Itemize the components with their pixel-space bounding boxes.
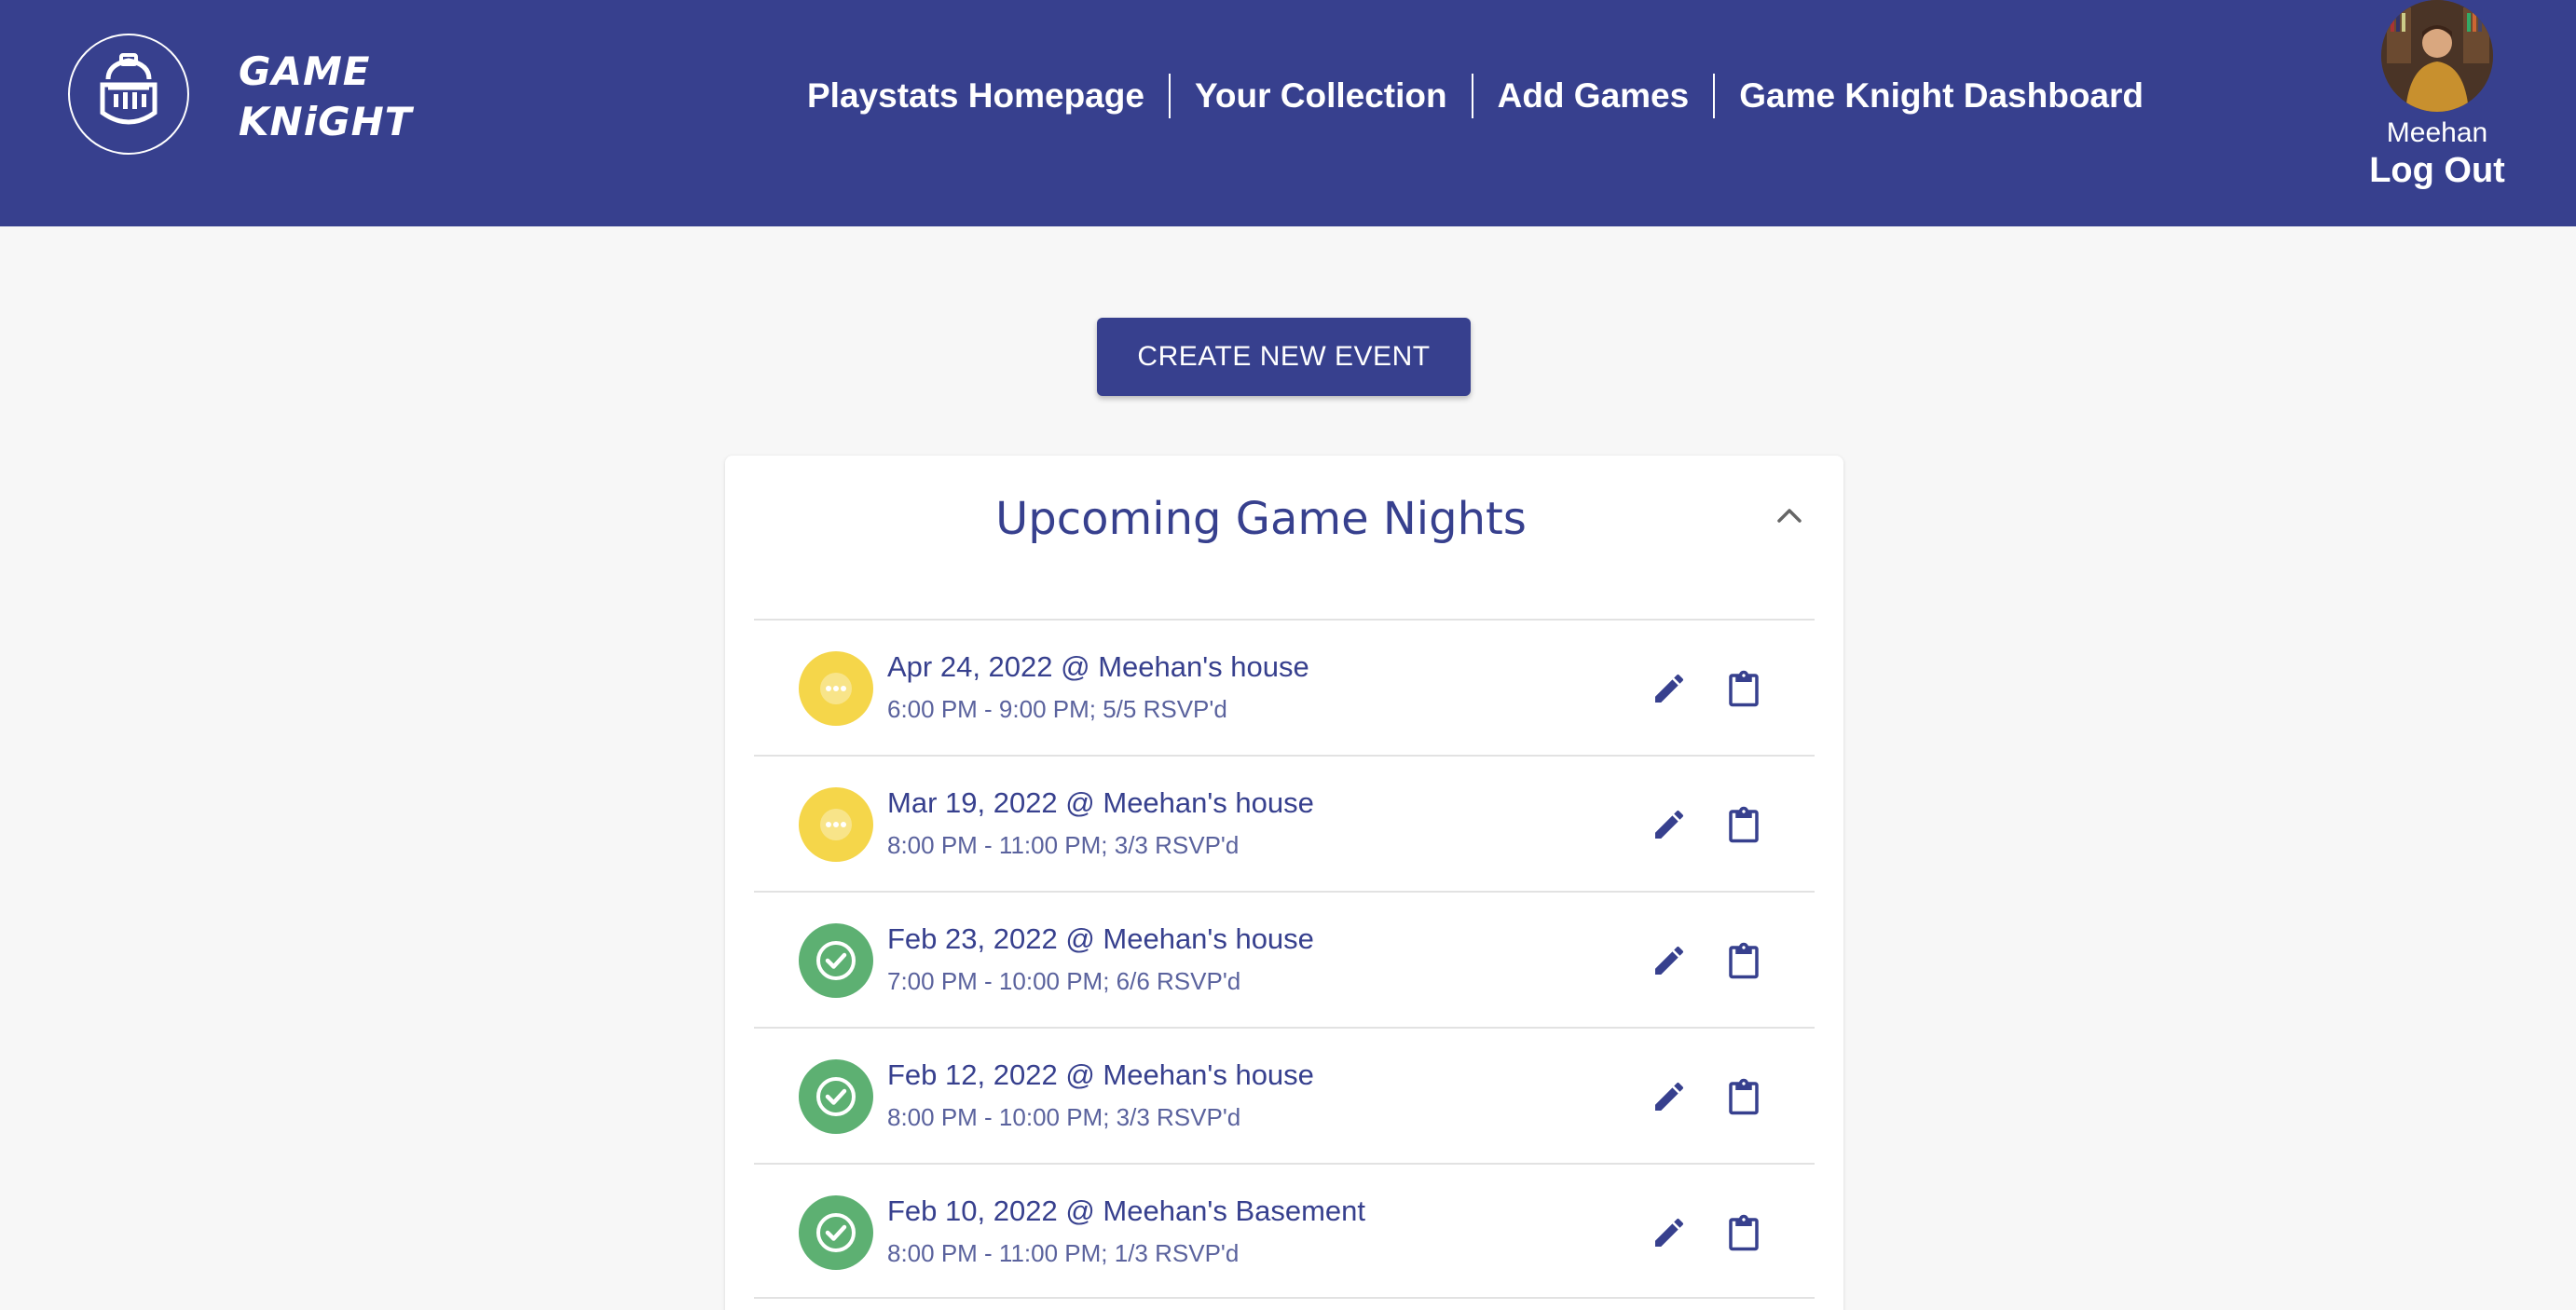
clipboard-icon[interactable] [1718, 935, 1770, 987]
logout-link[interactable]: Log Out [2330, 151, 2544, 191]
brand-line-2: KNiGHT [239, 99, 413, 144]
event-details: 7:00 PM - 10:00 PM; 6/6 RSVP'd [887, 967, 1241, 995]
brand-line-1: GAME [239, 48, 371, 94]
edit-pencil-icon[interactable] [1643, 798, 1695, 851]
edit-pencil-icon[interactable] [1643, 1071, 1695, 1123]
event-title[interactable]: Mar 19, 2022 @ Meehan's house [887, 786, 1314, 820]
list-item[interactable]: Mar 19, 2022 @ Meehan's house 8:00 PM - … [754, 755, 1815, 891]
card-title: Upcoming Game Nights [995, 493, 1527, 545]
nav-link-game-knight-dashboard[interactable]: Game Knight Dashboard [1715, 73, 2168, 119]
check-circle-icon [799, 923, 873, 998]
event-title[interactable]: Feb 10, 2022 @ Meehan's Basement [887, 1194, 1365, 1228]
create-new-event-button[interactable]: CREATE NEW EVENT [1097, 318, 1471, 396]
list-item[interactable]: Feb 10, 2022 @ Meehan's Basement 8:00 PM… [754, 1163, 1815, 1299]
event-title[interactable]: Feb 23, 2022 @ Meehan's house [887, 922, 1314, 956]
event-details: 8:00 PM - 10:00 PM; 3/3 RSVP'd [887, 1103, 1241, 1131]
pending-status-icon [799, 651, 873, 726]
knight-helmet-icon[interactable] [68, 34, 189, 155]
upcoming-game-nights-card: Upcoming Game Nights Apr 24, 2022 @ Meeh… [725, 456, 1843, 1310]
event-details: 8:00 PM - 11:00 PM; 1/3 RSVP'd [887, 1239, 1240, 1267]
clipboard-icon[interactable] [1718, 1207, 1770, 1259]
chevron-up-icon[interactable] [1769, 495, 1810, 536]
event-title[interactable]: Apr 24, 2022 @ Meehan's house [887, 650, 1309, 684]
clipboard-icon[interactable] [1718, 662, 1770, 715]
event-details: 8:00 PM - 11:00 PM; 3/3 RSVP'd [887, 831, 1240, 859]
pending-status-icon [799, 787, 873, 862]
avatar[interactable] [2381, 0, 2493, 112]
main-nav: Playstats Homepage Your Collection Add G… [807, 73, 2168, 119]
event-details: 6:00 PM - 9:00 PM; 5/5 RSVP'd [887, 695, 1227, 723]
clipboard-icon[interactable] [1718, 1071, 1770, 1123]
top-nav-bar: GAME KNiGHT Playstats Homepage Your Coll… [0, 0, 2576, 226]
nav-link-add-games[interactable]: Add Games [1473, 73, 1714, 119]
edit-pencil-icon[interactable] [1643, 935, 1695, 987]
event-list: Apr 24, 2022 @ Meehan's house 6:00 PM - … [754, 619, 1815, 1299]
check-circle-icon [799, 1195, 873, 1270]
nav-link-your-collection[interactable]: Your Collection [1171, 73, 1472, 119]
list-item[interactable]: Feb 23, 2022 @ Meehan's house 7:00 PM - … [754, 891, 1815, 1027]
list-item[interactable]: Feb 12, 2022 @ Meehan's house 8:00 PM - … [754, 1027, 1815, 1163]
edit-pencil-icon[interactable] [1643, 662, 1695, 715]
nav-link-playstats-homepage[interactable]: Playstats Homepage [807, 73, 1169, 119]
check-circle-icon [799, 1059, 873, 1134]
list-item[interactable]: Apr 24, 2022 @ Meehan's house 6:00 PM - … [754, 619, 1815, 755]
event-title[interactable]: Feb 12, 2022 @ Meehan's house [887, 1058, 1314, 1092]
edit-pencil-icon[interactable] [1643, 1207, 1695, 1259]
clipboard-icon[interactable] [1718, 798, 1770, 851]
user-name: Meehan [2386, 117, 2488, 148]
brand-wordmark[interactable]: GAME KNiGHT [239, 47, 412, 147]
